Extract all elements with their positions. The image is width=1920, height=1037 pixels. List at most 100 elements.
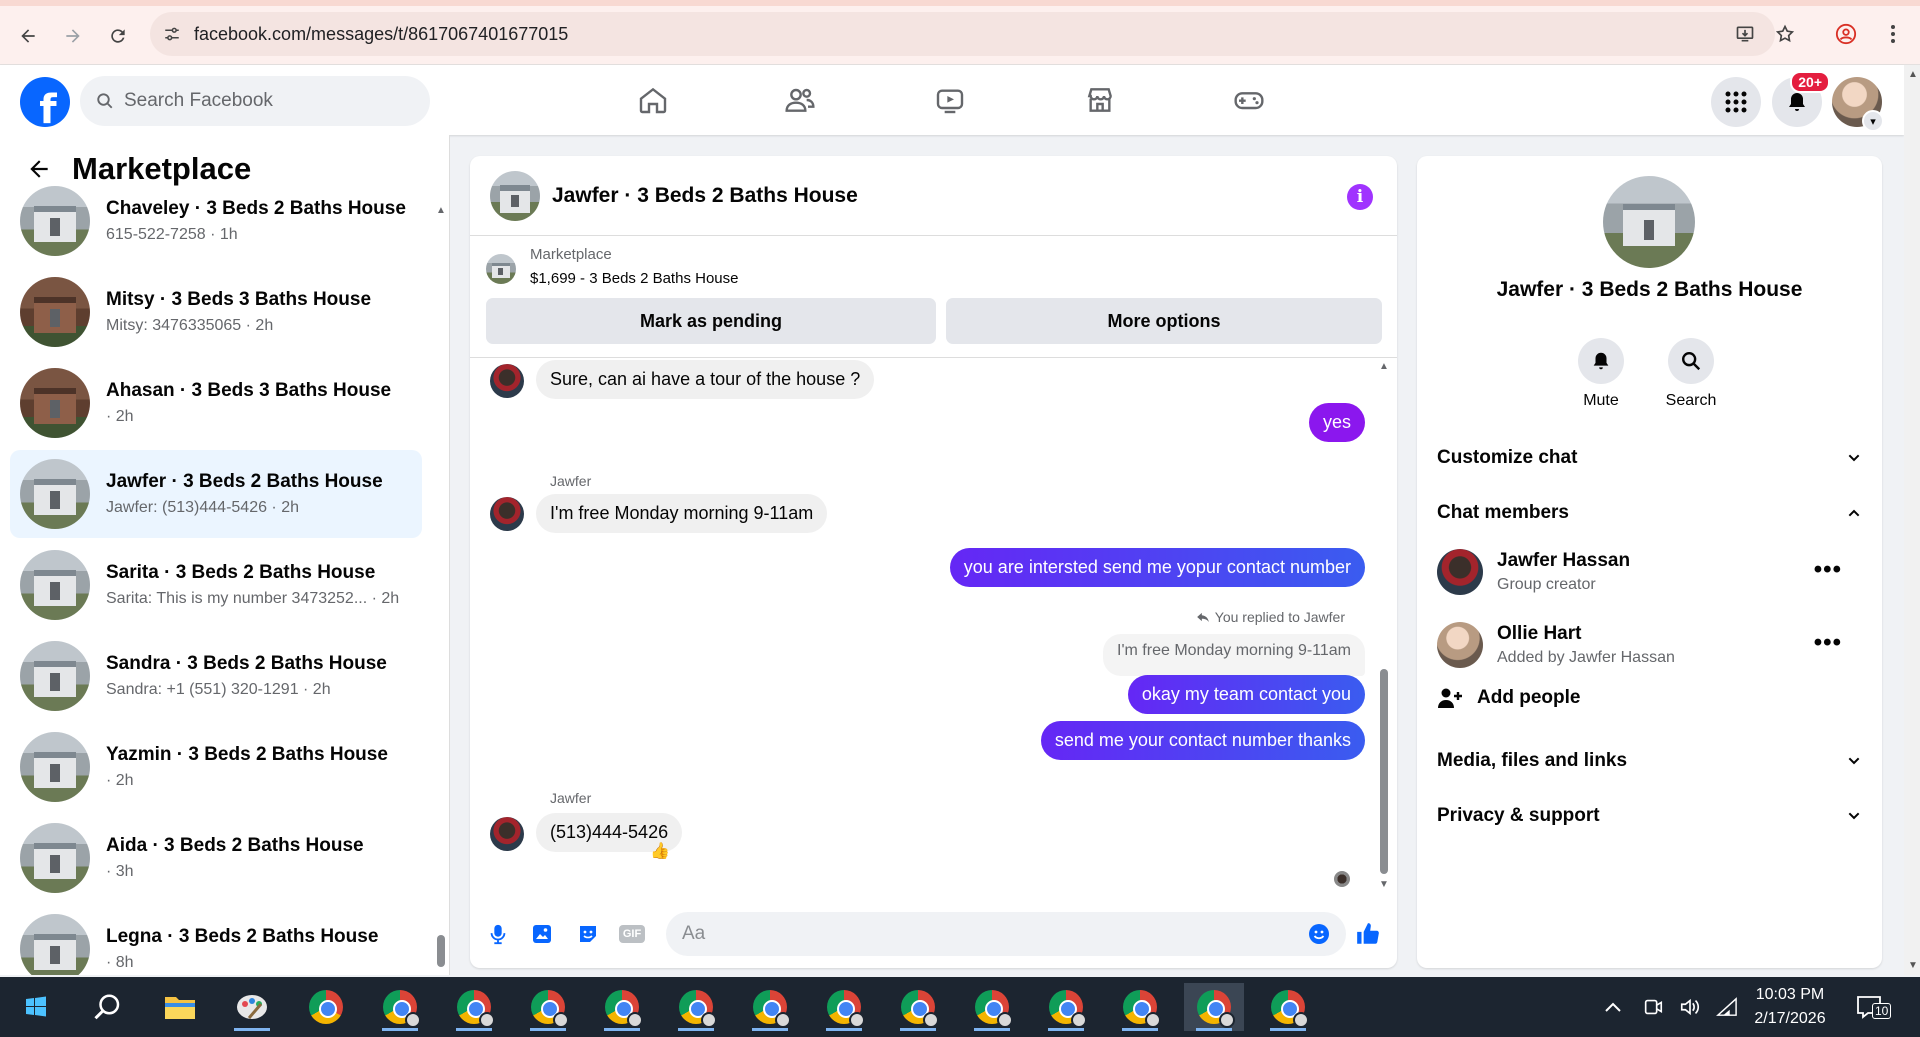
url-text[interactable]: facebook.com/messages/t/8617067401677015	[194, 24, 568, 45]
chrome-profile-taskbar-icon[interactable]	[592, 983, 652, 1031]
conversation-thumbnail[interactable]	[20, 277, 90, 347]
listing-thumbnail[interactable]	[490, 170, 540, 221]
attach-photo-icon[interactable]	[528, 920, 556, 948]
browser-menu-icon[interactable]	[1877, 18, 1909, 50]
scroll-down-icon[interactable]: ▼	[1379, 879, 1389, 890]
install-app-icon[interactable]	[1729, 18, 1761, 50]
privacy-support-row[interactable]: Privacy & support	[1437, 796, 1862, 836]
scroll-up-icon[interactable]: ▲	[1908, 69, 1918, 80]
message-outgoing[interactable]: okay my team contact you	[1127, 675, 1365, 714]
more-options-icon[interactable]: •••	[1814, 556, 1842, 584]
message-input-placeholder[interactable]: Aa	[682, 923, 705, 945]
conversation-thumbnail[interactable]	[20, 914, 90, 975]
message-incoming[interactable]: I'm free Monday morning 9-11am	[536, 494, 828, 533]
chrome-profile-taskbar-icon[interactable]	[666, 983, 726, 1031]
conversation-thumbnail[interactable]	[20, 641, 90, 711]
info-icon[interactable]: i	[1347, 184, 1373, 210]
message-outgoing[interactable]: yes	[1308, 403, 1365, 442]
file-explorer-icon[interactable]	[150, 983, 210, 1031]
conversation-thumbnail[interactable]	[20, 368, 90, 438]
system-clock[interactable]: 10:03 PM 2/17/2026	[1740, 983, 1840, 1031]
chrome-profile-taskbar-icon[interactable]	[740, 983, 800, 1031]
facebook-logo-icon[interactable]: f	[20, 77, 70, 127]
gif-icon[interactable]: GIF	[618, 920, 646, 948]
chrome-profile-taskbar-icon[interactable]	[1258, 983, 1318, 1031]
member-name[interactable]: Jawfer Hassan	[1497, 550, 1630, 572]
chrome-taskbar-icon[interactable]	[296, 983, 356, 1031]
add-people-button[interactable]: Add people	[1437, 686, 1580, 710]
listing-price-title[interactable]: $1,699 - 3 Beds 2 Baths House	[530, 270, 738, 287]
like-thumbs-up-icon[interactable]	[1354, 920, 1382, 948]
scrollbar-thumb[interactable]	[1380, 669, 1388, 874]
member-name[interactable]: Ollie Hart	[1497, 623, 1675, 645]
notifications-button[interactable]: 20+	[1772, 71, 1830, 127]
media-files-links-row[interactable]: Media, files and links	[1437, 741, 1862, 781]
listing-avatar[interactable]	[1603, 176, 1695, 268]
mark-as-pending-button[interactable]: Mark as pending	[486, 298, 936, 344]
conversation-item[interactable]: Sandra · 3 Beds 2 Baths House Sandra: +1 …	[10, 632, 422, 720]
conversation-item[interactable]: Yazmin · 3 Beds 2 Baths House · 2h	[10, 723, 422, 811]
chrome-profile-taskbar-icon-active[interactable]	[1184, 983, 1244, 1031]
back-button[interactable]	[10, 18, 46, 54]
sender-avatar[interactable]	[490, 497, 524, 531]
member-avatar[interactable]	[1437, 549, 1483, 595]
emoji-icon[interactable]	[1305, 920, 1333, 948]
nav-home[interactable]	[598, 65, 708, 135]
message-outgoing[interactable]: send me your contact number thanks	[1040, 721, 1365, 760]
chrome-profile-taskbar-icon[interactable]	[370, 983, 430, 1031]
conversation-item[interactable]: Legna · 3 Beds 2 Baths House · 8h	[10, 905, 422, 975]
conversation-thumbnail[interactable]	[20, 823, 90, 893]
menu-grid-button[interactable]	[1711, 77, 1761, 127]
chrome-profile-taskbar-icon[interactable]	[1110, 983, 1170, 1031]
profile-icon[interactable]	[1830, 18, 1862, 50]
paint-app-icon[interactable]	[222, 983, 282, 1031]
taskbar-search-icon[interactable]	[78, 983, 138, 1031]
nav-gaming[interactable]	[1194, 65, 1304, 135]
message-outgoing[interactable]: you are intersted send me yopur contact …	[949, 548, 1365, 587]
search-in-chat-button[interactable]: Search	[1651, 338, 1731, 410]
conversation-item[interactable]: Mitsy · 3 Beds 3 Baths House Mitsy: 34763…	[10, 268, 422, 356]
more-options-icon[interactable]: •••	[1814, 629, 1842, 657]
nav-watch[interactable]	[895, 65, 1005, 135]
chat-scrollbar[interactable]: ▲ ▼	[1378, 359, 1390, 899]
message-input[interactable]: Aa	[666, 912, 1346, 956]
chrome-profile-taskbar-icon[interactable]	[518, 983, 578, 1031]
listing-small-thumbnail[interactable]	[486, 254, 516, 284]
more-options-button[interactable]: More options	[946, 298, 1382, 344]
scrollbar-thumb[interactable]	[437, 935, 445, 967]
nav-friends[interactable]	[745, 65, 855, 135]
search-placeholder[interactable]: Search Facebook	[124, 90, 273, 112]
conversation-item[interactable]: Aida · 3 Beds 2 Baths House · 3h	[10, 814, 422, 902]
sender-avatar[interactable]	[490, 364, 524, 398]
conversation-item[interactable]: Jawfer · 3 Beds 2 Baths House Jawfer: (51…	[10, 450, 422, 538]
message-incoming[interactable]: Sure, can ai have a tour of the house ?	[536, 360, 875, 399]
scroll-up-icon[interactable]: ▲	[1379, 361, 1389, 372]
reload-button[interactable]	[100, 18, 136, 54]
microphone-icon[interactable]	[484, 920, 512, 948]
chat-member[interactable]: Ollie Hart Added by Jawfer Hassan •••	[1437, 617, 1862, 673]
volume-icon[interactable]	[1678, 977, 1702, 1037]
sticker-icon[interactable]	[574, 920, 602, 948]
mute-button[interactable]: Mute	[1561, 338, 1641, 410]
scroll-down-icon[interactable]: ▼	[1908, 960, 1918, 971]
chrome-profile-taskbar-icon[interactable]	[962, 983, 1022, 1031]
page-scrollbar[interactable]: ▲ ▼	[1904, 65, 1920, 975]
conversation-thumbnail[interactable]	[20, 550, 90, 620]
thumbs-up-reaction-icon[interactable]: 👍	[650, 841, 670, 861]
address-bar[interactable]: facebook.com/messages/t/8617067401677015	[150, 12, 1775, 56]
meet-now-icon[interactable]	[1642, 977, 1664, 1037]
notification-center-icon[interactable]: 10	[1856, 977, 1892, 1037]
site-settings-icon[interactable]	[150, 25, 194, 43]
sidebar-scrollbar[interactable]: ▲	[436, 205, 446, 975]
chrome-profile-taskbar-icon[interactable]	[814, 983, 874, 1031]
conversation-thumbnail[interactable]	[20, 459, 90, 529]
forward-button[interactable]	[55, 18, 91, 54]
wifi-icon[interactable]	[1716, 977, 1738, 1037]
chrome-profile-taskbar-icon[interactable]	[444, 983, 504, 1031]
conversation-item[interactable]: Ahasan · 3 Beds 3 Baths House · 2h	[10, 359, 422, 447]
show-hidden-icons-chevron-up-icon[interactable]	[1604, 977, 1622, 1037]
quoted-message[interactable]: I'm free Monday morning 9-11am	[1103, 634, 1365, 676]
scroll-up-icon[interactable]: ▲	[436, 205, 446, 216]
conversation-item[interactable]: Sarita · 3 Beds 2 Baths House Sarita: Thi…	[10, 541, 422, 629]
member-avatar[interactable]	[1437, 622, 1483, 668]
